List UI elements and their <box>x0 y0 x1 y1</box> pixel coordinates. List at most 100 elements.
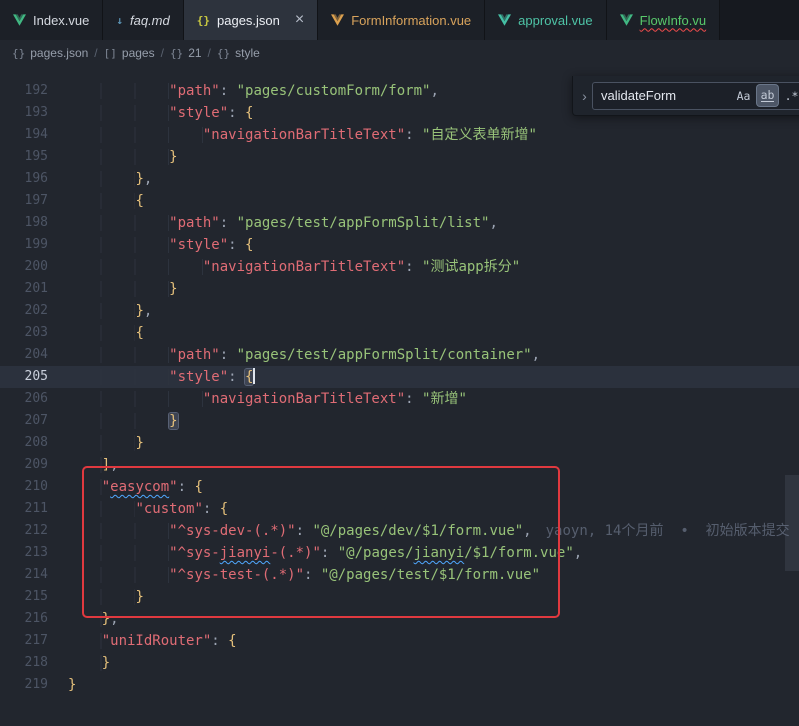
line-number[interactable]: 206 <box>0 388 48 410</box>
find-input[interactable]: validateForm Aa ab .* <box>592 82 799 110</box>
tab-label: FlowInfo.vu <box>640 13 706 28</box>
line-number[interactable]: 196 <box>0 168 48 190</box>
line-number[interactable]: 215 <box>0 586 48 608</box>
tab-label: Index.vue <box>33 13 89 28</box>
line-number[interactable]: 216 <box>0 608 48 630</box>
line-number[interactable]: 198 <box>0 212 48 234</box>
vue-icon <box>620 14 633 26</box>
object-symbol-icon: {} <box>170 47 183 60</box>
line-number[interactable]: 210 <box>0 476 48 498</box>
code-line[interactable]: 201 } <box>0 278 799 300</box>
code-line[interactable]: 203 { <box>0 322 799 344</box>
line-content: } <box>68 652 110 674</box>
line-number[interactable]: 192 <box>0 80 48 102</box>
breadcrumb: {}pages.json/[]pages/{}21/{}style <box>0 40 799 66</box>
line-number[interactable]: 195 <box>0 146 48 168</box>
code-line[interactable]: 199 "style": { <box>0 234 799 256</box>
tab-approval-vue[interactable]: approval.vue <box>485 0 606 40</box>
line-content: "style": { <box>68 102 253 124</box>
tab-forminformation-vue[interactable]: FormInformation.vue <box>318 0 485 40</box>
line-content: } <box>68 278 178 300</box>
line-number[interactable]: 199 <box>0 234 48 256</box>
close-icon[interactable]: × <box>295 12 304 28</box>
code-line[interactable]: 214 "^sys-test-(.*)": "@/pages/test/$1/f… <box>0 564 799 586</box>
line-content: } <box>68 586 144 608</box>
line-content: "navigationBarTitleText": "测试app拆分" <box>68 256 520 278</box>
code-line[interactable]: 196 }, <box>0 168 799 190</box>
line-number[interactable]: 213 <box>0 542 48 564</box>
line-number[interactable]: 201 <box>0 278 48 300</box>
line-number[interactable]: 193 <box>0 102 48 124</box>
tab-index-vue[interactable]: Index.vue <box>0 0 103 40</box>
code-line[interactable]: 194 "navigationBarTitleText": "自定义表单新增" <box>0 124 799 146</box>
line-content: } <box>68 432 144 454</box>
code-line[interactable]: 204 "path": "pages/test/appFormSplit/con… <box>0 344 799 366</box>
line-content: }, <box>68 168 152 190</box>
breadcrumb-item-21[interactable]: {}21 <box>170 46 202 60</box>
line-number[interactable]: 209 <box>0 454 48 476</box>
code-line[interactable]: 216 }, <box>0 608 799 630</box>
tab-faq-md[interactable]: ↓faq.md <box>103 0 183 40</box>
line-number[interactable]: 204 <box>0 344 48 366</box>
code-line[interactable]: 209 ], <box>0 454 799 476</box>
code-area: 192 "path": "pages/customForm/form",193 … <box>0 66 799 696</box>
code-line[interactable]: 215 } <box>0 586 799 608</box>
line-number[interactable]: 205 <box>0 366 48 388</box>
tab-flowinfo-vu[interactable]: FlowInfo.vu <box>607 0 720 40</box>
code-line[interactable]: 200 "navigationBarTitleText": "测试app拆分" <box>0 256 799 278</box>
line-number[interactable]: 214 <box>0 564 48 586</box>
breadcrumb-item-pages-json[interactable]: {}pages.json <box>12 46 88 60</box>
line-number[interactable]: 218 <box>0 652 48 674</box>
line-content: "style": { <box>68 234 253 256</box>
line-number[interactable]: 202 <box>0 300 48 322</box>
code-line[interactable]: 211 "custom": { <box>0 498 799 520</box>
vscode-editor-window: Index.vue↓faq.md{}pages.json×FormInforma… <box>0 0 799 726</box>
vue-icon <box>331 14 344 26</box>
whole-word-button[interactable]: ab <box>757 85 778 106</box>
code-line[interactable]: 208 } <box>0 432 799 454</box>
line-number[interactable]: 203 <box>0 322 48 344</box>
line-number[interactable]: 217 <box>0 630 48 652</box>
match-case-button[interactable]: Aa <box>733 85 754 106</box>
line-content: "path": "pages/test/appFormSplit/list", <box>68 212 498 234</box>
code-line[interactable]: 198 "path": "pages/test/appFormSplit/lis… <box>0 212 799 234</box>
line-number[interactable]: 194 <box>0 124 48 146</box>
line-number[interactable]: 212 <box>0 520 48 542</box>
code-line[interactable]: 195 } <box>0 146 799 168</box>
code-line[interactable]: 213 "^sys-jianyi-(.*)": "@/pages/jianyi/… <box>0 542 799 564</box>
code-line[interactable]: 212 "^sys-dev-(.*)": "@/pages/dev/$1/for… <box>0 520 799 542</box>
code-line[interactable]: 218 } <box>0 652 799 674</box>
code-line[interactable]: 207 } <box>0 410 799 432</box>
line-number[interactable]: 197 <box>0 190 48 212</box>
editor-pane[interactable]: 192 "path": "pages/customForm/form",193 … <box>0 66 799 726</box>
line-content: } <box>68 674 76 696</box>
code-line[interactable]: 205 "style": { <box>0 366 799 388</box>
line-content: "navigationBarTitleText": "自定义表单新增" <box>68 124 537 146</box>
tab-pages-json[interactable]: {}pages.json× <box>184 0 318 40</box>
editor-scrollbar[interactable] <box>785 475 799 571</box>
line-number[interactable]: 208 <box>0 432 48 454</box>
vue-icon <box>498 14 511 26</box>
git-blame-annotation: yaoyn, 14个月前 • 初始版本提交 <box>546 523 790 539</box>
code-line[interactable]: 197 { <box>0 190 799 212</box>
code-line[interactable]: 206 "navigationBarTitleText": "新增" <box>0 388 799 410</box>
code-line[interactable]: 210 "easycom": { <box>0 476 799 498</box>
line-content: } <box>68 410 178 432</box>
tab-label: faq.md <box>130 13 170 28</box>
breadcrumb-separator: / <box>161 46 164 60</box>
line-number[interactable]: 211 <box>0 498 48 520</box>
breadcrumb-item-pages[interactable]: []pages <box>104 46 155 60</box>
code-line[interactable]: 202 }, <box>0 300 799 322</box>
line-number[interactable]: 207 <box>0 410 48 432</box>
code-line[interactable]: 219} <box>0 674 799 696</box>
breadcrumb-item-style[interactable]: {}style <box>217 46 260 60</box>
code-line[interactable]: 217 "uniIdRouter": { <box>0 630 799 652</box>
line-number[interactable]: 200 <box>0 256 48 278</box>
line-number[interactable]: 219 <box>0 674 48 696</box>
find-expand-chevron-icon[interactable]: › <box>577 80 592 111</box>
object-symbol-icon: {} <box>217 47 230 60</box>
regex-button[interactable]: .* <box>781 85 799 106</box>
line-content: "uniIdRouter": { <box>68 630 237 652</box>
text-cursor <box>253 368 255 384</box>
line-content: "path": "pages/customForm/form", <box>68 80 439 102</box>
